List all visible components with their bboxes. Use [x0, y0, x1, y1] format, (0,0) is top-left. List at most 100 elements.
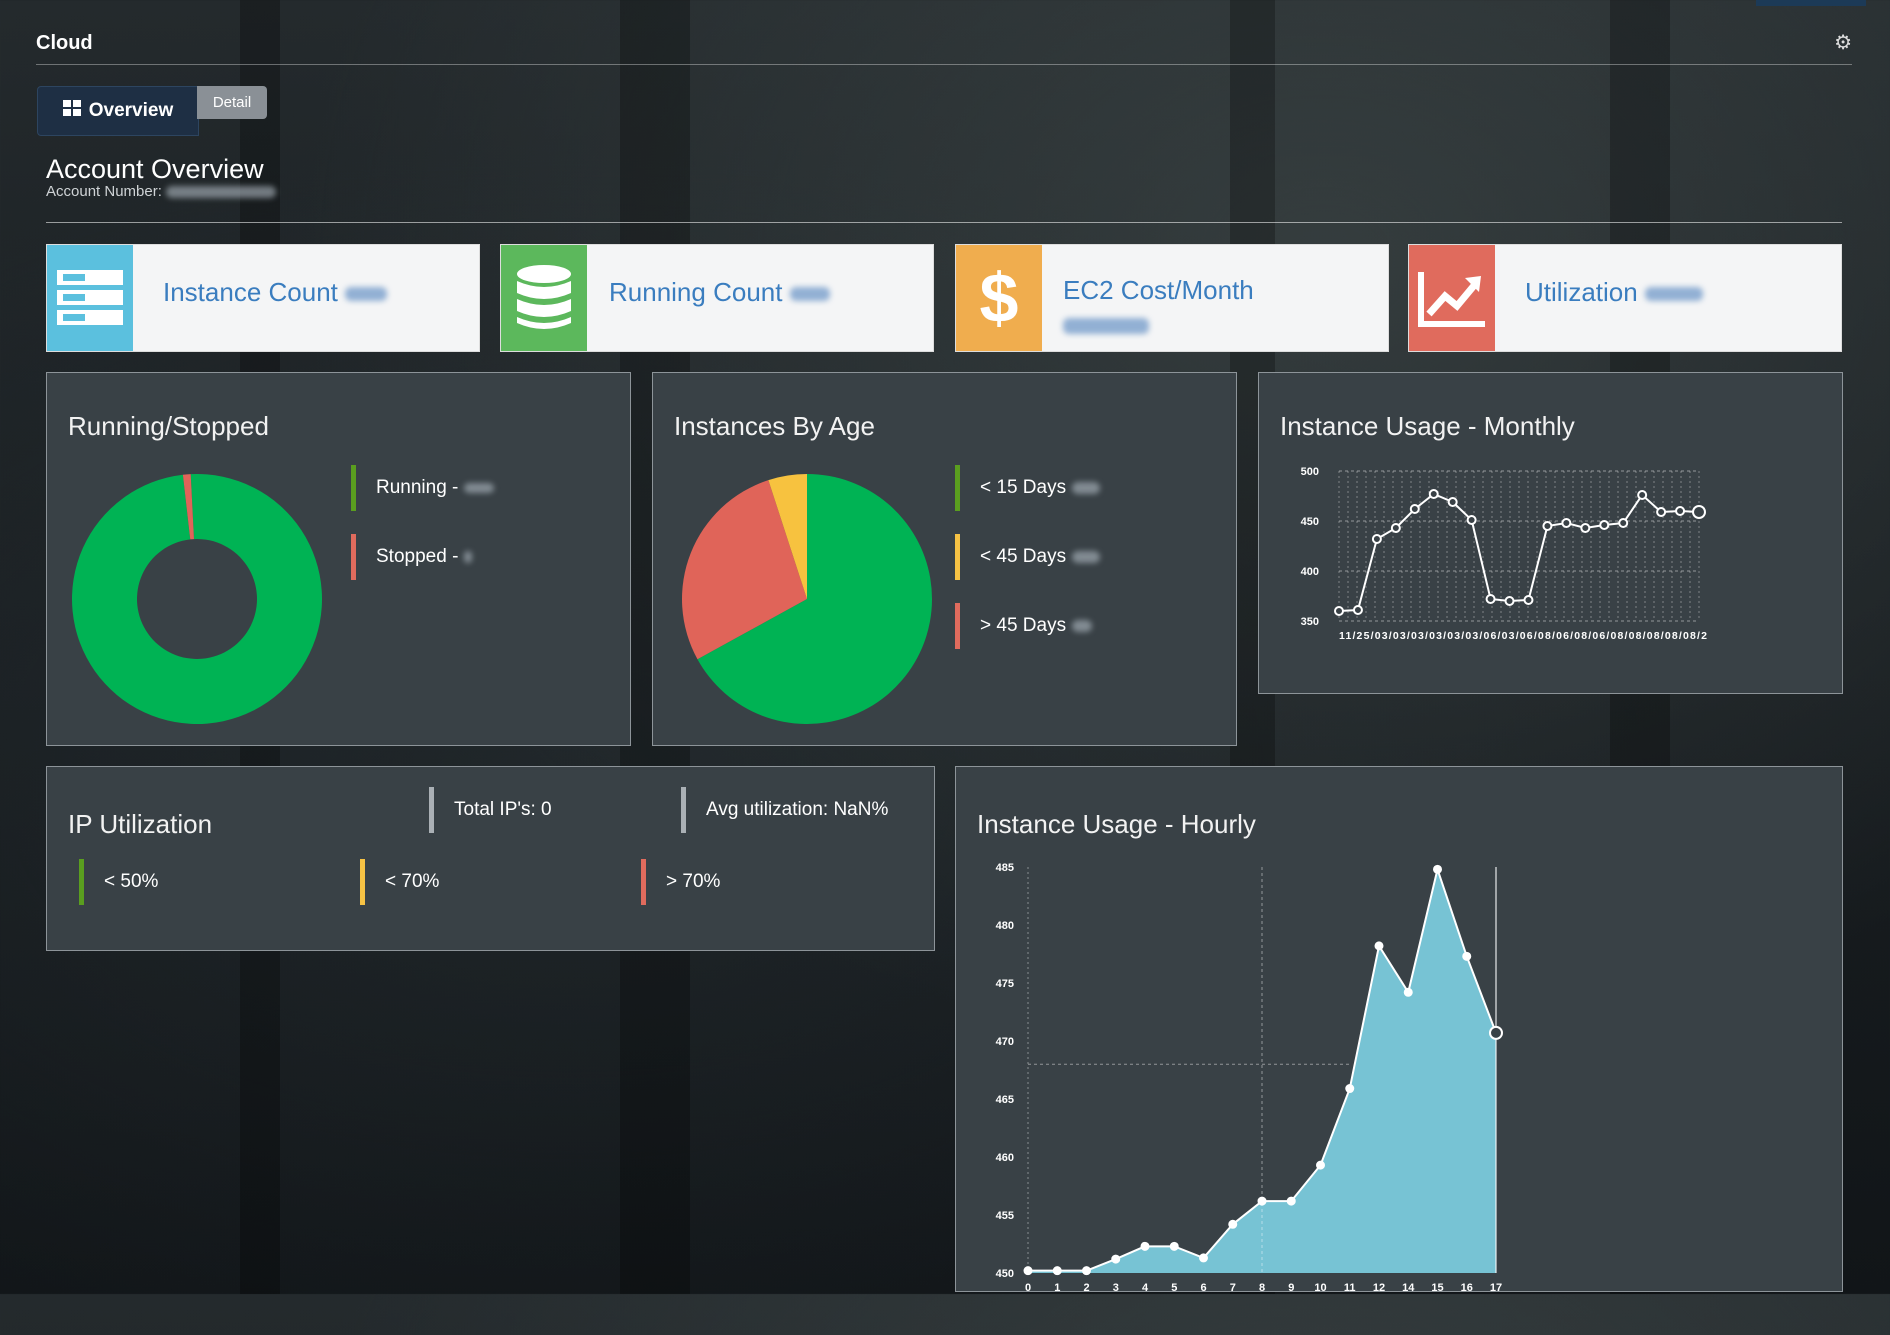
data-point — [1656, 507, 1667, 517]
legend-label: < 15 Days — [980, 477, 1067, 498]
data-point — [1504, 596, 1515, 606]
panel-instance-usage-monthly: Instance Usage - Monthly 350 400 450 500 11/… — [1258, 372, 1843, 694]
data-point — [1409, 504, 1420, 514]
x-tick-label: 17 — [1490, 1282, 1502, 1294]
stat-label: EC2 Cost/Month — [1063, 275, 1254, 305]
x-tick-label: 6 — [1200, 1282, 1206, 1294]
redacted-value — [1063, 318, 1149, 335]
legend-label: > 45 Days — [980, 615, 1067, 636]
x-tick-label: 7 — [1230, 1282, 1236, 1294]
data-point — [1286, 1196, 1296, 1206]
y-tick-label: 470 — [996, 1036, 1014, 1048]
data-point — [1428, 489, 1439, 499]
account-number: Account Number: — [46, 183, 277, 200]
divider — [46, 222, 1842, 223]
data-point — [1692, 505, 1706, 519]
stat-label: Running Count — [609, 277, 783, 307]
panel-instance-usage-hourly: Instance Usage - Hourly 450 455 460 465 470 4… — [955, 766, 1843, 1294]
y-tick-label: 450 — [996, 1268, 1014, 1280]
panel-title: Instances By Age — [674, 411, 875, 441]
data-point — [1403, 987, 1413, 997]
stat-card-running-count[interactable]: Running Count — [500, 244, 934, 352]
legend-label: < 45 Days — [980, 546, 1067, 567]
data-point — [1111, 1254, 1121, 1264]
legend-color — [351, 465, 356, 511]
panel-title: Instance Usage - Hourly — [977, 809, 1256, 839]
legend-label: < 50% — [104, 871, 159, 892]
x-tick-labels: 11/25/03/03/03/03/03/03/06/03/06/08/06/0… — [1339, 630, 1707, 642]
avg-utilization: Avg utilization: NaN% — [681, 787, 888, 833]
legend-color — [351, 534, 356, 580]
data-point — [1390, 523, 1401, 533]
x-tick-label: 16 — [1461, 1282, 1473, 1294]
stat-card-instance-count[interactable]: Instance Count — [46, 244, 480, 352]
avg-utilization-text: Avg utilization: NaN% — [706, 799, 889, 820]
x-tick-label: 8 — [1259, 1282, 1265, 1294]
x-tick-label: 10 — [1314, 1282, 1326, 1294]
redacted-value — [1072, 620, 1093, 632]
y-tick-label: 485 — [996, 862, 1014, 874]
redacted-value — [1072, 551, 1101, 563]
data-point — [1580, 523, 1591, 533]
data-point — [1447, 497, 1458, 507]
data-point — [1485, 594, 1496, 604]
x-tick-label: 11 — [1344, 1282, 1356, 1294]
data-point — [1561, 518, 1572, 528]
app-title: Cloud — [36, 32, 93, 54]
y-tick-label: 400 — [1301, 566, 1319, 578]
page-title: Account Overview — [46, 154, 264, 184]
tab-overview-label: Overview — [88, 100, 174, 121]
x-tick-label: 2 — [1083, 1282, 1089, 1294]
redacted-value — [345, 287, 388, 302]
server-icon — [47, 245, 133, 351]
panel-title: Instance Usage - Monthly — [1280, 411, 1575, 441]
tab-overview[interactable]: Overview — [37, 86, 199, 136]
legend-stopped: Stopped - — [351, 534, 473, 580]
divider — [681, 787, 686, 833]
legend-color — [641, 859, 646, 905]
data-point — [1052, 1266, 1062, 1276]
hourly-area-chart: 4504554604654704754804850 1 2 3 4 5 6 7 8 9 10 11 12… — [996, 862, 1503, 1294]
stat-instance-count-text: Instance Count — [163, 277, 388, 308]
stat-ec2-cost-text: EC2 Cost/Month — [1063, 275, 1254, 337]
database-icon — [501, 245, 587, 351]
stat-card-ec2-cost[interactable]: $ EC2 Cost/Month — [955, 244, 1389, 352]
tab-detail-label: Detail — [212, 94, 252, 111]
legend-label: Running - — [376, 477, 459, 498]
data-point — [1466, 515, 1477, 525]
gear-icon[interactable]: ⚙ — [1834, 30, 1852, 55]
data-point — [1618, 518, 1629, 528]
panel-instances-by-age: Instances By Age < 15 Days < 45 Days > 4… — [652, 372, 1237, 746]
account-number-redacted — [166, 186, 277, 199]
y-tick-label: 460 — [996, 1152, 1014, 1164]
data-point — [1023, 1266, 1033, 1276]
data-point — [1316, 1160, 1325, 1170]
stat-card-utilization[interactable]: Utilization — [1408, 244, 1842, 352]
tab-detail[interactable]: Detail — [197, 86, 267, 119]
panel-running-stopped: Running/Stopped Running - Stopped - — [46, 372, 631, 746]
redacted-value — [789, 287, 830, 302]
dollar-icon: $ — [956, 245, 1042, 351]
data-point — [1352, 605, 1363, 615]
x-tick-label: 9 — [1288, 1282, 1294, 1294]
y-tick-label: 455 — [996, 1210, 1014, 1222]
data-point — [1257, 1196, 1267, 1206]
y-tick-label: 475 — [996, 978, 1014, 990]
x-tick-label: 4 — [1142, 1282, 1149, 1294]
y-tick-label: 480 — [996, 920, 1014, 932]
legend-gt-70: > 70% — [641, 859, 720, 905]
redacted-value — [1072, 482, 1101, 494]
header-bar: Cloud ⚙ — [36, 30, 1852, 65]
monthly-line-chart: 350 400 450 500 11/25/03/03/03/03/03/03/06/0… — [1301, 466, 1708, 642]
data-point — [1462, 951, 1472, 961]
panel-title: IP Utilization — [68, 809, 213, 839]
redacted-value — [464, 483, 495, 493]
stat-label: Utilization — [1525, 277, 1638, 307]
legend-color — [955, 534, 960, 580]
x-tick-label: 1 — [1054, 1282, 1060, 1294]
data-point — [1199, 1253, 1208, 1263]
divider — [429, 787, 434, 833]
pie-slice — [71, 474, 322, 724]
data-point — [1542, 521, 1553, 531]
y-tick-label: 350 — [1301, 616, 1319, 628]
